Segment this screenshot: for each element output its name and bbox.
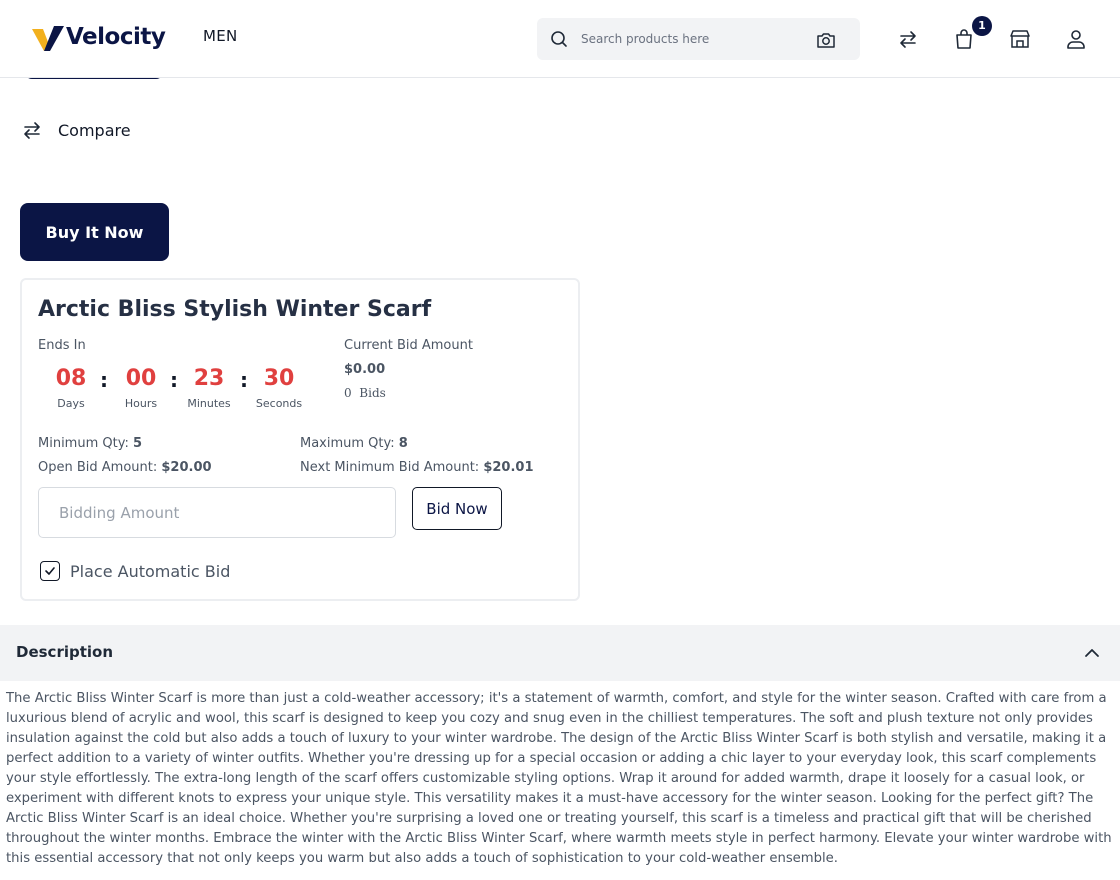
description-text: The Arctic Bliss Winter Scarf is more th…	[6, 691, 1112, 866]
open-bid: Open Bid Amount: $20.00	[38, 460, 212, 475]
min-qty: Minimum Qty: 5	[38, 436, 142, 451]
logo-text: Velocity	[66, 24, 166, 50]
search-bar	[537, 18, 860, 60]
countdown-days: 08 Days	[36, 366, 106, 410]
countdown-minutes: 23 Minutes	[174, 366, 244, 410]
nav-men-link[interactable]: MEN	[203, 27, 238, 45]
compare-icon[interactable]	[896, 27, 920, 51]
compare-icon	[24, 122, 40, 139]
logo-mark-icon	[32, 26, 64, 51]
max-qty-label: Maximum Qty:	[300, 436, 395, 451]
countdown-hours-value: 00	[125, 366, 157, 391]
current-bid-value: $0.00	[344, 362, 386, 377]
countdown-hours-unit: Hours	[124, 397, 158, 410]
countdown-seconds-value: 30	[263, 366, 295, 391]
user-icon[interactable]	[1064, 27, 1088, 51]
check-icon	[45, 567, 55, 575]
chevron-up-icon[interactable]	[1082, 643, 1102, 663]
compare-link[interactable]: Compare	[20, 118, 131, 142]
next-min-bid-label: Next Minimum Bid Amount:	[300, 460, 480, 475]
automatic-bid-checkbox[interactable]: Place Automatic Bid	[40, 561, 230, 581]
search-icon[interactable]	[549, 29, 569, 49]
product-title: Arctic Bliss Stylish Winter Scarf	[38, 297, 432, 322]
countdown-days-value: 08	[55, 366, 87, 391]
current-bid-label: Current Bid Amount	[344, 338, 473, 353]
countdown-minutes-unit: Minutes	[187, 397, 231, 410]
open-bid-label: Open Bid Amount:	[38, 460, 158, 475]
bidding-amount-input[interactable]	[38, 487, 396, 538]
cart-count-badge: 1	[972, 16, 992, 36]
countdown-hours: 00 Hours	[106, 366, 176, 410]
description-accordion-header[interactable]: Description	[0, 625, 1120, 681]
compare-label: Compare	[58, 120, 131, 140]
next-min-bid-value: $20.01	[483, 460, 534, 475]
automatic-bid-label: Place Automatic Bid	[70, 561, 231, 581]
ends-in-label: Ends In	[38, 338, 86, 353]
search-input[interactable]	[581, 18, 801, 60]
open-bid-value: $20.00	[161, 460, 212, 475]
bid-now-button[interactable]: Bid Now	[412, 487, 502, 530]
min-qty-label: Minimum Qty:	[38, 436, 129, 451]
bids-label: Bids	[359, 386, 386, 400]
max-qty-value: 8	[398, 436, 408, 451]
countdown-seconds-unit: Seconds	[255, 397, 303, 410]
max-qty: Maximum Qty: 8	[300, 436, 408, 451]
next-min-bid: Next Minimum Bid Amount: $20.01	[300, 460, 534, 475]
countdown-seconds: 30 Seconds	[244, 366, 314, 410]
description-title: Description	[16, 643, 114, 661]
auction-card: Arctic Bliss Stylish Winter Scarf Ends I…	[20, 278, 580, 601]
bids-count: 0 Bids	[344, 386, 386, 400]
header: Velocity MEN 1	[0, 0, 1120, 78]
bids-count-value: 0	[344, 386, 352, 400]
store-icon[interactable]	[1008, 27, 1032, 51]
countdown-days-unit: Days	[57, 397, 85, 410]
min-qty-value: 5	[132, 436, 143, 451]
checkbox[interactable]	[40, 561, 60, 581]
logo[interactable]: Velocity	[32, 22, 166, 52]
countdown-minutes-value: 23	[193, 366, 225, 391]
camera-icon[interactable]	[815, 29, 837, 51]
buy-it-now-button[interactable]: Buy It Now	[20, 203, 169, 261]
